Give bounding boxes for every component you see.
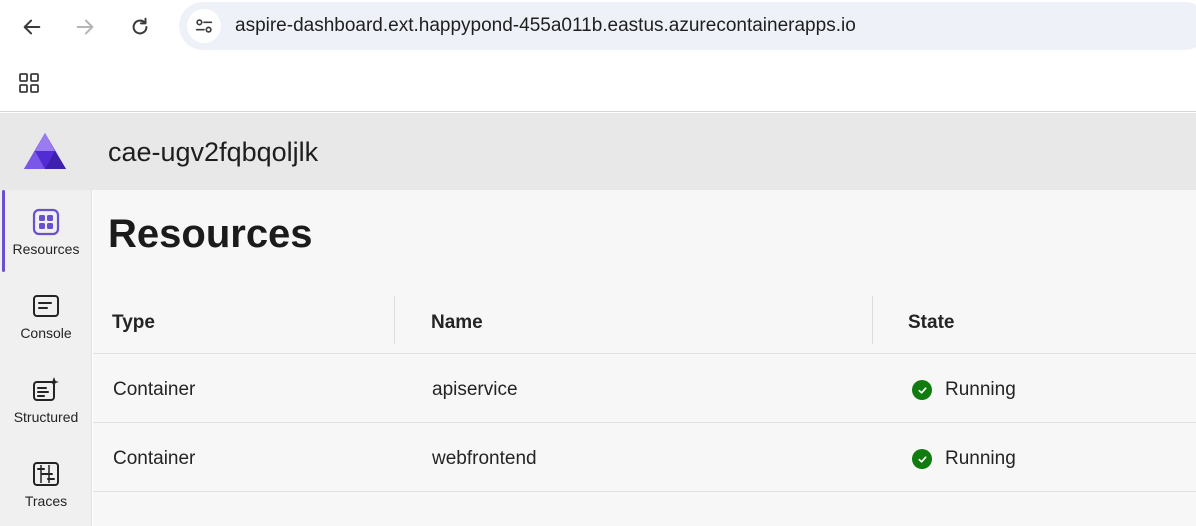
browser-toolbar: aspire-dashboard.ext.happypond-455a011b.… bbox=[0, 0, 1196, 54]
running-check-icon bbox=[912, 449, 932, 469]
console-icon bbox=[30, 290, 62, 322]
sidebar-item-console[interactable]: Console bbox=[0, 274, 92, 358]
state-text: Running bbox=[945, 448, 1016, 469]
reload-icon bbox=[132, 17, 148, 35]
running-check-icon bbox=[912, 380, 932, 400]
sidebar-item-label: Resources bbox=[12, 241, 80, 257]
cell-type: Container bbox=[113, 379, 196, 400]
cell-state: Running bbox=[912, 448, 1016, 470]
forward-arrow-icon bbox=[76, 19, 94, 35]
resources-icon bbox=[30, 206, 62, 238]
app-title: cae-ugv2fqbqoljlk bbox=[108, 137, 319, 167]
main-content: Resources Type Name State Container apis… bbox=[93, 190, 1196, 526]
bookmarks-bar bbox=[0, 54, 1196, 112]
sidebar-item-label: Traces bbox=[24, 493, 68, 509]
back-button[interactable] bbox=[14, 9, 50, 45]
sidebar-item-label: Structured bbox=[13, 409, 79, 425]
table-row[interactable]: Container webfrontend Running bbox=[93, 423, 1196, 492]
forward-button[interactable] bbox=[67, 9, 103, 45]
cell-state: Running bbox=[912, 379, 1016, 401]
table-row[interactable]: Container apiservice Running bbox=[93, 354, 1196, 423]
site-settings-icon bbox=[195, 19, 213, 33]
active-indicator bbox=[2, 190, 5, 272]
address-bar[interactable]: aspire-dashboard.ext.happypond-455a011b.… bbox=[179, 2, 1196, 50]
url-text[interactable]: aspire-dashboard.ext.happypond-455a011b.… bbox=[235, 15, 856, 37]
sidebar-item-traces[interactable]: Traces bbox=[0, 442, 92, 526]
reload-button[interactable] bbox=[122, 9, 158, 45]
sidebar-item-structured[interactable]: Structured bbox=[0, 358, 92, 442]
sidebar-nav: Resources Console Structured Traces bbox=[0, 190, 92, 526]
cell-name: apiservice bbox=[432, 379, 518, 400]
cell-type: Container bbox=[113, 448, 196, 469]
cell-name: webfrontend bbox=[432, 448, 537, 469]
traces-icon bbox=[30, 458, 62, 490]
app-header: cae-ugv2fqbqoljlk bbox=[0, 113, 1196, 190]
sidebar-item-resources[interactable]: Resources bbox=[0, 190, 92, 274]
back-arrow-icon bbox=[23, 19, 41, 35]
apps-grid-icon[interactable] bbox=[14, 68, 44, 98]
site-info-button[interactable] bbox=[187, 9, 221, 43]
column-divider[interactable] bbox=[872, 296, 873, 344]
column-header-name[interactable]: Name bbox=[431, 312, 483, 334]
column-divider[interactable] bbox=[394, 296, 395, 344]
page-title: Resources bbox=[108, 212, 313, 256]
table-header: Type Name State bbox=[93, 296, 1196, 354]
state-text: Running bbox=[945, 379, 1016, 400]
aspire-logo-icon[interactable] bbox=[22, 131, 68, 171]
resources-table: Type Name State Container apiservice Run… bbox=[93, 296, 1196, 492]
structured-icon bbox=[30, 374, 62, 406]
column-header-type[interactable]: Type bbox=[112, 312, 155, 334]
column-header-state[interactable]: State bbox=[908, 312, 954, 334]
sidebar-item-label: Console bbox=[20, 325, 72, 341]
